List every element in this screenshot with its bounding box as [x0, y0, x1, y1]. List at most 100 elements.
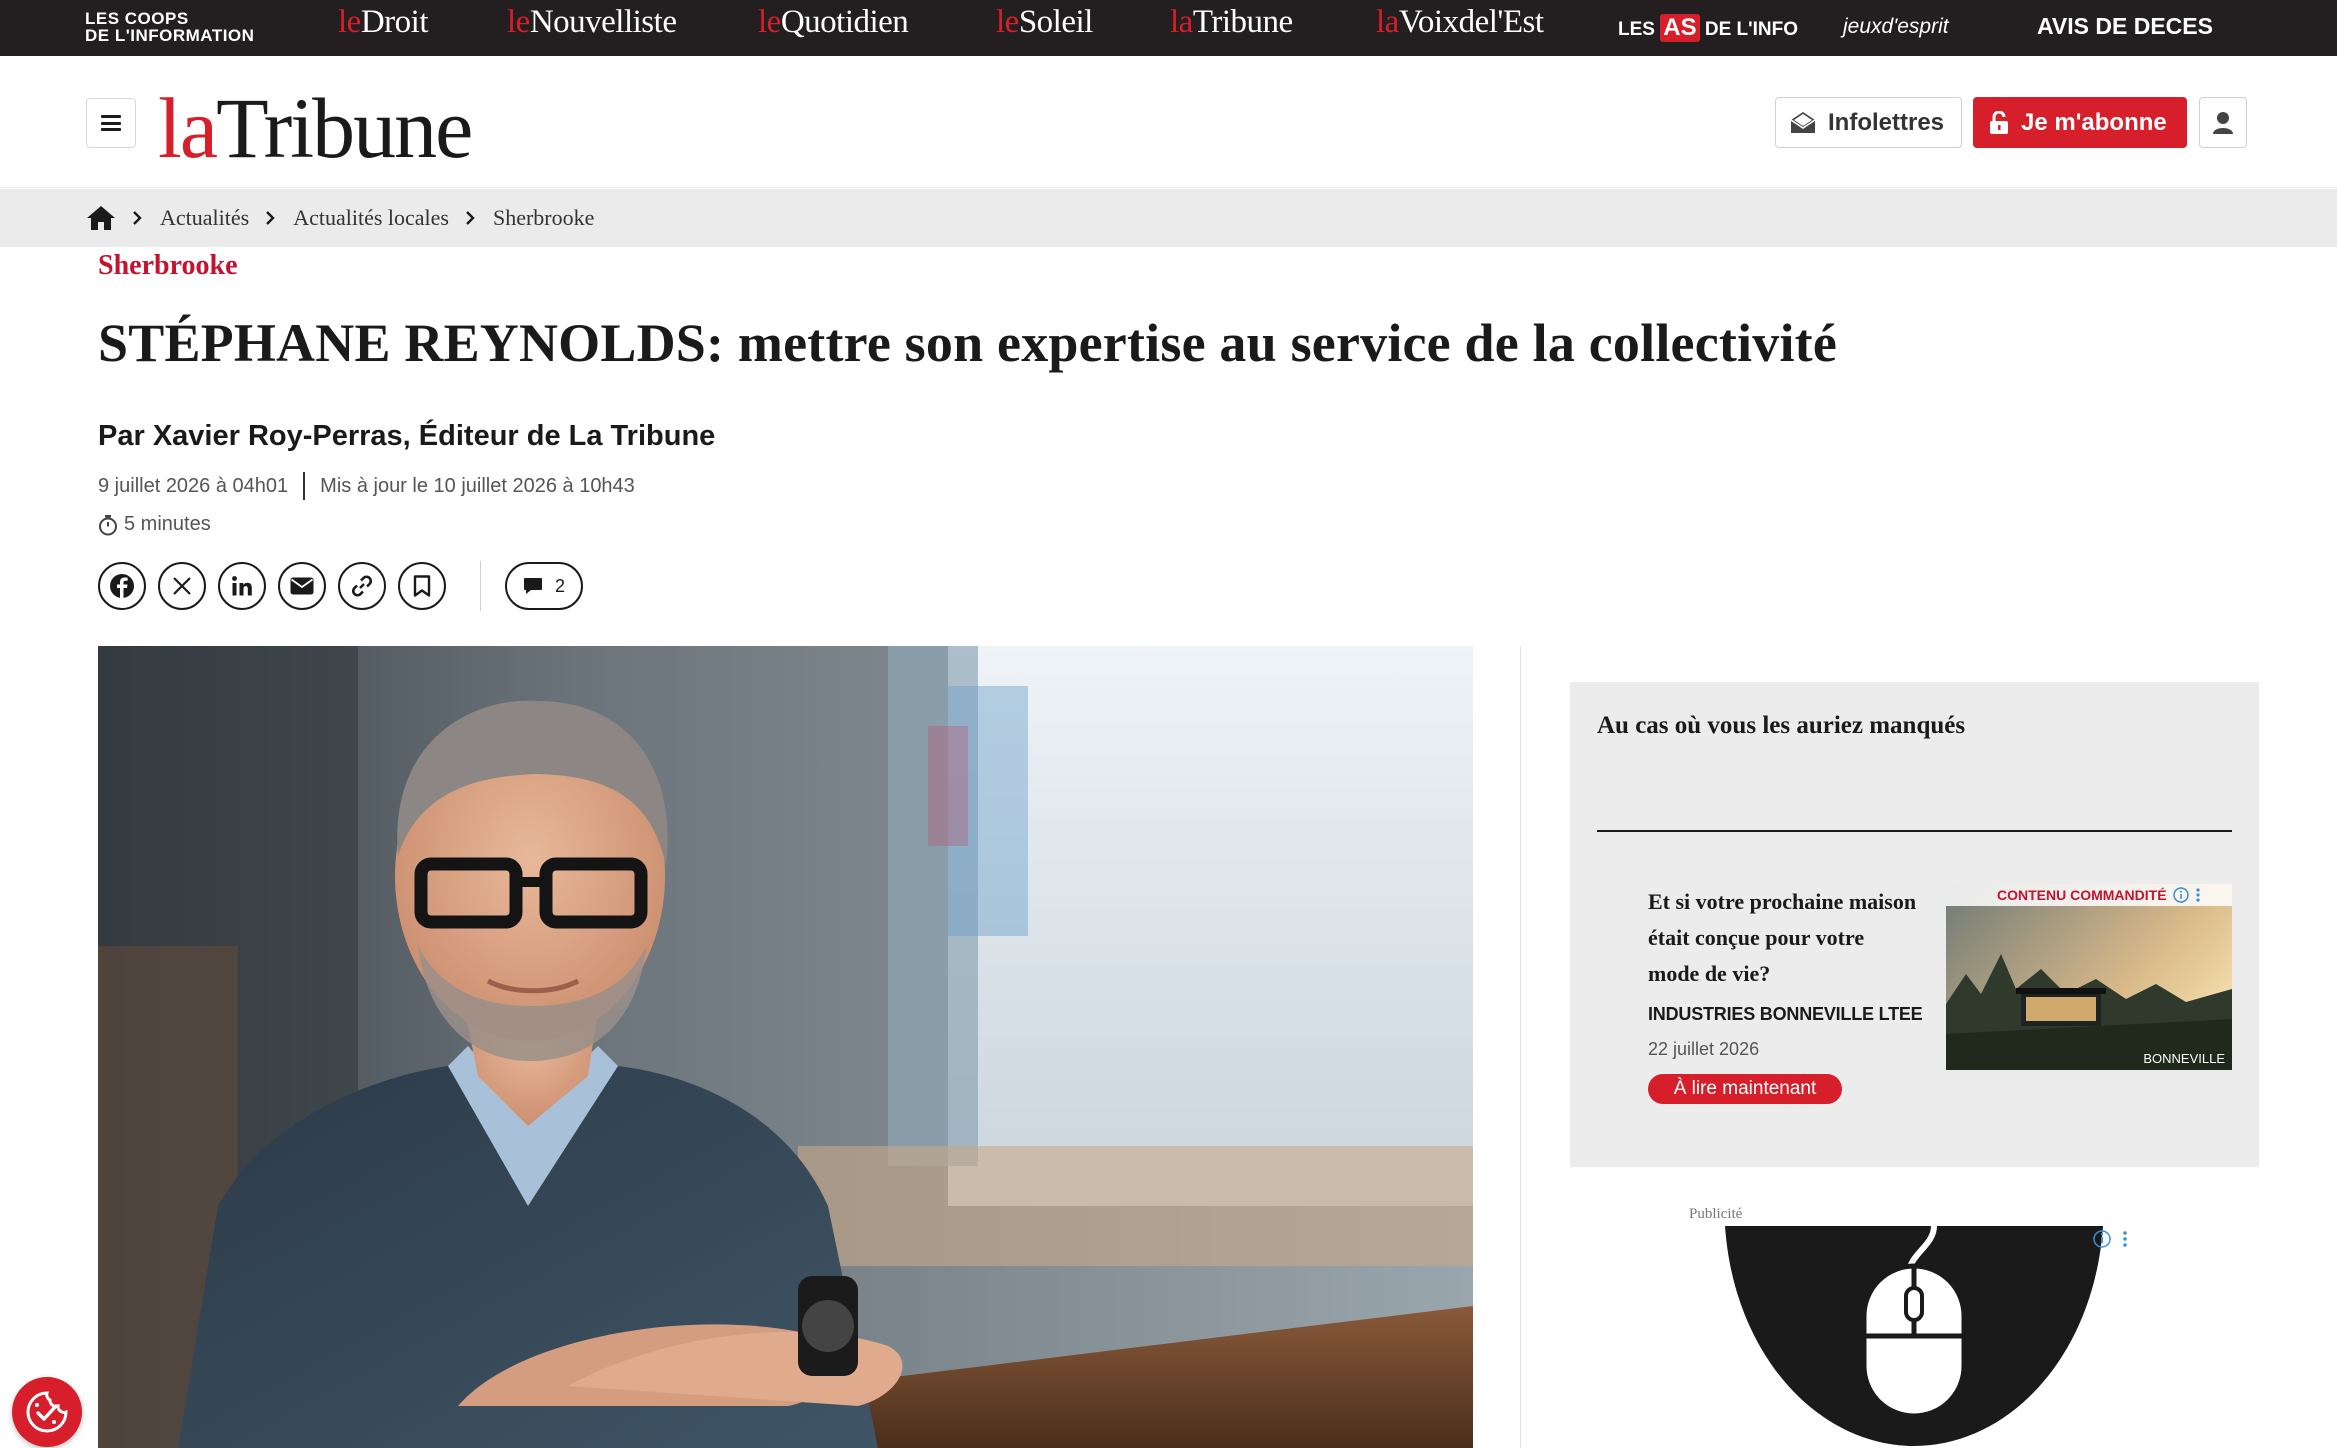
thumbnail-brand: BONNEVILLE	[2143, 1051, 2225, 1066]
column-divider	[1520, 646, 1521, 1448]
stopwatch-icon	[99, 514, 117, 535]
site-name: Nouvelliste	[529, 4, 677, 40]
portrait-illustration	[98, 646, 1473, 1448]
article-title: STÉPHANE REYNOLDS: mettre son expertise …	[98, 313, 1838, 373]
subscribe-label: Je m'abonne	[2021, 108, 2167, 136]
cookie-consent-icon	[26, 1391, 68, 1433]
bookmark-button[interactable]	[398, 562, 446, 610]
breadcrumb: Actualités Actualités locales Sherbrooke	[0, 189, 2337, 247]
breadcrumb-home[interactable]	[86, 205, 116, 231]
house-landscape-image	[1946, 884, 2232, 1070]
share-x-button[interactable]	[158, 562, 206, 610]
network-site-jeuxdesprit[interactable]: jeuxd'esprit	[1843, 15, 1949, 39]
chevron-right-icon	[465, 205, 475, 231]
logo-prefix: la	[158, 80, 218, 176]
site-prefix: la	[1170, 4, 1193, 40]
site-prefix: la	[1376, 4, 1399, 40]
logo-name: Tribune	[216, 80, 473, 176]
share-facebook-button[interactable]	[98, 562, 146, 610]
recommended-title: Au cas où vous les auriez manqués	[1597, 712, 1966, 739]
share-linkedin-button[interactable]	[218, 562, 266, 610]
coops-line-1: LES COOPS	[85, 9, 189, 28]
linkedin-icon	[232, 576, 252, 596]
site-name: Soleil	[1018, 4, 1094, 40]
cookie-consent-button[interactable]	[12, 1377, 82, 1447]
las-as: AS	[1660, 14, 1700, 42]
sponsored-date: 22 juillet 2026	[1648, 1039, 1760, 1059]
las-suffix: DE L'INFO	[1704, 19, 1799, 40]
site-prefix: le	[758, 4, 781, 40]
site-name: Tribune	[1192, 4, 1293, 40]
bookmark-icon	[413, 575, 431, 597]
site-prefix: le	[338, 4, 361, 40]
info-icon[interactable]	[2172, 887, 2189, 903]
copy-link-button[interactable]	[338, 562, 386, 610]
sponsored-tag-label: CONTENU COMMANDITÉ	[1997, 887, 2167, 903]
lock-icon	[1990, 110, 2008, 134]
comment-icon	[523, 578, 542, 594]
share-email-button[interactable]	[278, 562, 326, 610]
article-section-kicker[interactable]: Sherbrooke	[98, 250, 238, 282]
network-site-ledroit[interactable]: leDroit	[338, 4, 429, 41]
envelope-icon	[1790, 111, 1816, 133]
network-site-lavoixdelest[interactable]: laVoixdel'Est	[1376, 4, 1544, 41]
network-site-avis-de-deces[interactable]: AVIS DE DECES	[2037, 13, 2213, 40]
read-time-label: 5 minutes	[124, 513, 211, 535]
read-time: 5 minutes	[98, 513, 211, 536]
network-site-lesasdelinfo[interactable]: LES AS DE L'INFO	[1618, 14, 1798, 42]
sponsored-thumbnail[interactable]: CONTENU COMMANDITÉ BONNEVILLE	[1946, 884, 2232, 1070]
account-button[interactable]	[2199, 97, 2247, 148]
newsletters-button[interactable]: Infolettres	[1775, 97, 1962, 148]
home-icon	[87, 206, 115, 230]
date-divider	[303, 472, 306, 500]
newsletters-label: Infolettres	[1828, 108, 1945, 136]
mouse-ad-graphic	[1725, 1226, 2127, 1446]
las-prefix: LES	[1618, 19, 1655, 40]
user-icon	[2213, 111, 2233, 134]
menu-icon	[101, 115, 121, 131]
sponsored-tag: CONTENU COMMANDITÉ	[1946, 884, 2232, 906]
breadcrumb-item-sherbrooke[interactable]: Sherbrooke	[493, 205, 594, 231]
link-icon	[351, 575, 373, 597]
article-dates: 9 juillet 2026 à 04h01 Mis à jour le 10 …	[98, 472, 635, 500]
chevron-right-icon	[132, 205, 142, 231]
read-now-button[interactable]: À lire maintenant	[1648, 1074, 1842, 1104]
network-site-latribune[interactable]: laTribune	[1170, 4, 1293, 41]
network-site-lenouvelliste[interactable]: leNouvelliste	[507, 4, 677, 41]
comment-count: 2	[554, 575, 565, 596]
subscribe-button[interactable]: Je m'abonne	[1973, 97, 2187, 148]
facebook-icon	[110, 574, 134, 598]
breadcrumb-item-actualites-locales[interactable]: Actualités locales	[293, 205, 449, 231]
site-header: laTribune Infolettres Je m'abonne	[0, 56, 2337, 188]
sponsor-name: INDUSTRIES BONNEVILLE LTEE	[1648, 1004, 1923, 1024]
network-site-lesoleil[interactable]: leSoleil	[996, 4, 1093, 41]
network-site-lequotidien[interactable]: leQuotidien	[758, 4, 909, 41]
site-prefix: le	[507, 4, 530, 40]
article-byline: Par Xavier Roy-Perras, Éditeur de La Tri…	[98, 420, 716, 452]
chevron-right-icon	[265, 205, 275, 231]
site-prefix: le	[996, 4, 1019, 40]
published-date: 9 juillet 2026 à 04h01	[98, 474, 289, 497]
x-icon	[173, 577, 191, 595]
network-bar: LES COOPS DE L'INFORMATION leDroit leNou…	[0, 0, 2337, 56]
coops-line-2: DE L'INFORMATION	[85, 26, 255, 45]
kebab-icon[interactable]	[2195, 887, 2201, 903]
menu-button[interactable]	[86, 98, 136, 148]
recommended-card: Au cas où vous les auriez manqués Et si …	[1570, 682, 2259, 1167]
breadcrumb-item-actualites[interactable]: Actualités	[160, 205, 249, 231]
comments-button[interactable]: 2	[505, 562, 583, 610]
coops-logo[interactable]: LES COOPS DE L'INFORMATION	[85, 10, 254, 44]
advertisement[interactable]	[1689, 1226, 2139, 1448]
email-icon	[290, 577, 314, 595]
site-name: Droit	[360, 4, 429, 40]
share-toolbar: 2	[98, 561, 583, 611]
recommended-rule	[1597, 830, 2232, 832]
site-logo[interactable]: laTribune	[158, 78, 473, 178]
article-lead-photo	[98, 646, 1473, 1448]
share-divider	[480, 561, 481, 611]
site-name: Voixdel'Est	[1398, 4, 1544, 40]
site-name: Quotidien	[780, 4, 909, 40]
sponsored-article-title[interactable]: Et si votre prochaine maison était conçu…	[1648, 884, 1918, 992]
updated-date: Mis à jour le 10 juillet 2026 à 10h43	[320, 474, 635, 497]
ad-label: Publicité	[1689, 1206, 1743, 1222]
